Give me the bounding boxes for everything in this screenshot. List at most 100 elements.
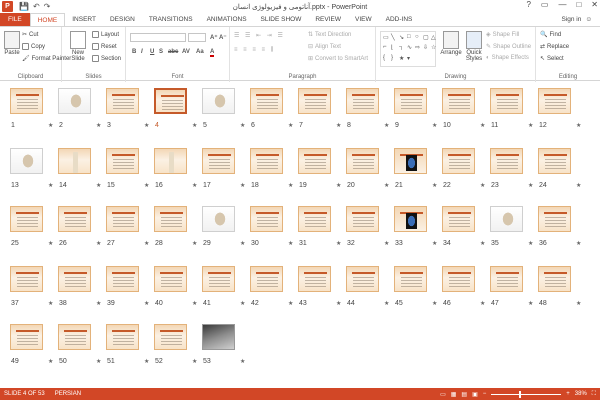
shadow-button[interactable]: S [159, 49, 163, 55]
slide-thumbnail[interactable] [202, 206, 235, 232]
slide-thumbnail[interactable] [538, 206, 571, 232]
animation-star-icon[interactable]: ★ [144, 300, 149, 307]
tab-animations[interactable]: ANIMATIONS [200, 13, 254, 26]
animation-star-icon[interactable]: ★ [576, 182, 581, 189]
slide-thumbnail[interactable] [154, 266, 187, 292]
slide-thumbnail[interactable] [106, 206, 139, 232]
replace-button[interactable]: ⇄ Replace [540, 43, 569, 51]
animation-star-icon[interactable]: ★ [96, 358, 101, 365]
slide-thumbnail[interactable] [538, 266, 571, 292]
slide-thumbnail[interactable] [490, 88, 523, 114]
shape-outline-button[interactable]: ✎ Shape Outline [486, 43, 531, 51]
slide-thumbnail[interactable] [202, 324, 235, 350]
animation-star-icon[interactable]: ★ [48, 122, 53, 129]
font-size-box[interactable] [188, 33, 206, 42]
animation-star-icon[interactable]: ★ [384, 240, 389, 247]
animation-star-icon[interactable]: ★ [480, 240, 485, 247]
lline-shape-icon[interactable]: ⌐ [383, 44, 390, 53]
paste-button[interactable]: Paste [3, 31, 21, 56]
tab-view[interactable]: VIEW [348, 13, 379, 26]
character-spacing-button[interactable]: AV [182, 49, 190, 55]
zoom-slider[interactable] [491, 390, 562, 398]
tab-design[interactable]: DESIGN [103, 13, 142, 26]
slide-thumbnail[interactable] [442, 206, 475, 232]
animation-star-icon[interactable]: ★ [432, 300, 437, 307]
animation-star-icon[interactable]: ★ [480, 122, 485, 129]
tab-insert[interactable]: INSERT [65, 13, 103, 26]
slide-thumbnail[interactable] [250, 88, 283, 114]
strikethrough-button[interactable]: abc [168, 49, 178, 55]
animation-star-icon[interactable]: ★ [528, 122, 533, 129]
italic-button[interactable]: I [141, 49, 143, 55]
powerpoint-logo-icon[interactable]: P [2, 1, 13, 12]
copy-button[interactable]: Copy [22, 43, 45, 50]
animation-star-icon[interactable]: ★ [576, 240, 581, 247]
square-shape-icon[interactable]: □ [407, 34, 414, 43]
slide-thumbnail[interactable] [298, 266, 331, 292]
tab-review[interactable]: REVIEW [308, 13, 348, 26]
slide-thumbnail[interactable] [202, 148, 235, 174]
text-direction-button[interactable]: ⇅ Text Direction [308, 31, 351, 39]
zoom-in-button[interactable]: + [566, 391, 570, 397]
animation-star-icon[interactable]: ★ [144, 358, 149, 365]
maximize-icon[interactable]: □ [576, 0, 581, 9]
animation-star-icon[interactable]: ★ [576, 122, 581, 129]
elbow-shape-icon[interactable]: ┐ [399, 44, 406, 53]
animation-star-icon[interactable]: ★ [96, 122, 101, 129]
animation-star-icon[interactable]: ★ [384, 182, 389, 189]
animation-star-icon[interactable]: ★ [48, 182, 53, 189]
smiley-icon[interactable]: ☺ [585, 13, 592, 26]
slide-thumbnail[interactable] [298, 148, 331, 174]
slide-sorter-view-icon[interactable]: ▦ [451, 391, 457, 398]
slide-thumbnail[interactable] [106, 148, 139, 174]
slide-thumbnail[interactable] [346, 88, 379, 114]
tab-file[interactable]: FILE [0, 13, 30, 26]
animation-star-icon[interactable]: ★ [384, 122, 389, 129]
animation-star-icon[interactable]: ★ [432, 182, 437, 189]
animation-star-icon[interactable]: ★ [240, 182, 245, 189]
slide-thumbnail[interactable] [442, 266, 475, 292]
save-icon[interactable]: 💾 [19, 2, 29, 11]
tab-add-ins[interactable]: ADD-INS [379, 13, 420, 26]
rectangle-shape-icon[interactable]: ▭ [383, 34, 390, 43]
animation-star-icon[interactable]: ★ [48, 358, 53, 365]
slide-thumbnail[interactable] [10, 324, 43, 350]
underline-button[interactable]: U [150, 49, 154, 55]
slide-thumbnail[interactable] [346, 266, 379, 292]
brace-close-shape-icon[interactable]: } [391, 55, 398, 64]
bold-button[interactable]: B [132, 49, 136, 55]
slide-thumbnail[interactable] [106, 324, 139, 350]
slideshow-view-icon[interactable]: ▣ [472, 391, 478, 398]
slide-thumbnail[interactable] [298, 206, 331, 232]
new-slide-button[interactable]: New Slide [66, 31, 90, 62]
sign-in-link[interactable]: Sign in [561, 13, 581, 26]
rounded-rect-shape-icon[interactable]: ▢ [423, 34, 430, 43]
shapes-gallery[interactable]: ▭ ╲ ↘ □ ○ ▢ △ ⌐ ⌊ ┐ ∿ ⇨ ⇩ ☆ {} ★ ▾ [380, 31, 436, 67]
slide-thumbnail[interactable] [250, 148, 283, 174]
slide-thumbnail[interactable] [58, 148, 91, 174]
slide-thumbnail[interactable] [10, 206, 43, 232]
animation-star-icon[interactable]: ★ [528, 300, 533, 307]
bullets-numbering-icons[interactable]: ☰ ☰ ⇤ ⇥ ☰ [234, 32, 285, 39]
help-icon[interactable]: ? [526, 0, 530, 9]
animation-star-icon[interactable]: ★ [96, 240, 101, 247]
quick-styles-button[interactable]: Quick Styles [464, 31, 484, 62]
slide-thumbnail[interactable] [202, 88, 235, 114]
slide-thumbnail[interactable] [394, 88, 427, 114]
brace-shape-icon[interactable]: { [383, 55, 390, 64]
animation-star-icon[interactable]: ★ [240, 122, 245, 129]
tab-home[interactable]: HOME [29, 13, 66, 26]
find-button[interactable]: 🔍 Find [540, 31, 561, 39]
star-filled-shape-icon[interactable]: ★ [399, 55, 406, 64]
slide-thumbnail[interactable] [490, 266, 523, 292]
slide-thumbnail[interactable] [10, 88, 43, 114]
slide-thumbnail[interactable] [154, 148, 187, 174]
cut-button[interactable]: ✂ Cut [22, 31, 38, 39]
alignment-icons[interactable]: ≡ ≡ ≡ ≡ ⫼ [234, 47, 275, 54]
animation-star-icon[interactable]: ★ [528, 240, 533, 247]
animation-star-icon[interactable]: ★ [528, 182, 533, 189]
animation-star-icon[interactable]: ★ [144, 182, 149, 189]
animation-star-icon[interactable]: ★ [288, 182, 293, 189]
more-shapes-icon[interactable]: ▾ [407, 55, 414, 64]
down-arrow-shape-icon[interactable]: ⇩ [423, 44, 430, 53]
